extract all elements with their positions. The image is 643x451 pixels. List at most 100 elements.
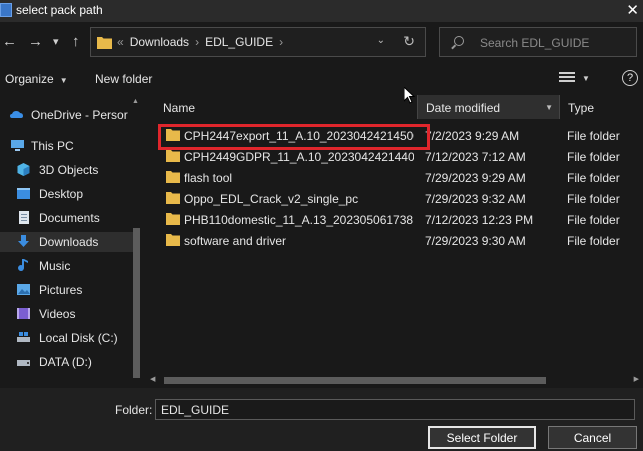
recent-locations-icon[interactable]: ▾ bbox=[53, 33, 59, 51]
file-name: CPH2449GDPR_11_A.10_20230424214401​28 bbox=[184, 150, 414, 164]
music-icon bbox=[18, 259, 28, 272]
sidebar-item-label: Desktop bbox=[39, 187, 84, 201]
file-type: File folder bbox=[567, 213, 620, 227]
sidebar-item-3d-objects[interactable]: 3D Objects bbox=[0, 160, 140, 180]
sidebar-item-label: 3D Objects bbox=[39, 163, 99, 177]
file-date: 7/29/2023 9:32 AM bbox=[425, 192, 526, 206]
chevron-down-icon[interactable]: ▼ bbox=[545, 103, 553, 112]
breadcrumb-separator[interactable]: › bbox=[195, 35, 199, 49]
back-arrow-icon[interactable]: ← bbox=[2, 33, 17, 51]
pictures-icon bbox=[17, 284, 30, 295]
search-box[interactable]: Search EDL_GUIDE bbox=[439, 27, 637, 57]
sidebar-item-local-disk[interactable]: Local Disk (C:) bbox=[0, 328, 140, 348]
folder-icon bbox=[97, 37, 112, 49]
address-dropdown-icon[interactable]: ⌄ bbox=[377, 35, 385, 46]
horizontal-scrollbar[interactable]: ◀ ▶ bbox=[148, 374, 643, 386]
desktop-icon bbox=[17, 188, 30, 199]
forward-arrow-icon[interactable]: → bbox=[28, 33, 43, 51]
chevron-down-icon: ▼ bbox=[59, 76, 68, 85]
file-name: Oppo_EDL_Crack_v2_single_pc bbox=[184, 192, 359, 206]
sidebar-item-data-drive[interactable]: DATA (D:) bbox=[0, 352, 140, 372]
file-name: software and driver bbox=[184, 234, 287, 248]
file-row[interactable]: flash tool 7/29/2023 9:29 AM File folder bbox=[155, 167, 643, 188]
scrollbar-thumb[interactable] bbox=[164, 377, 546, 384]
file-row[interactable]: PHB110domestic_11_A.13_202305061738... 7… bbox=[155, 209, 643, 230]
sidebar-item-videos[interactable]: Videos bbox=[0, 304, 140, 324]
scroll-up-icon[interactable]: ▲ bbox=[132, 98, 139, 105]
select-folder-button[interactable]: Select Folder bbox=[428, 426, 536, 449]
sidebar-item-music[interactable]: Music bbox=[0, 256, 140, 276]
sidebar-item-onedrive[interactable]: OneDrive - Persor bbox=[0, 105, 140, 125]
file-row[interactable]: CPH2449GDPR_11_A.10_20230424214401​28 7/… bbox=[155, 146, 643, 167]
sidebar-item-label: Music bbox=[39, 259, 71, 273]
file-row[interactable]: Oppo_EDL_Crack_v2_single_pc 7/29/2023 9:… bbox=[155, 188, 643, 209]
column-header-label: Type bbox=[568, 101, 595, 115]
scroll-right-icon[interactable]: ▶ bbox=[634, 375, 639, 383]
app-icon bbox=[0, 3, 12, 17]
sidebar-item-label: Pictures bbox=[39, 283, 83, 297]
dialog-footer: Folder: Select Folder Cancel bbox=[0, 388, 643, 451]
chevron-down-icon[interactable]: ▼ bbox=[582, 74, 590, 83]
column-header-date-modified[interactable]: Date modified ▼ bbox=[417, 95, 559, 119]
sidebar-scrollbar[interactable]: ▲ bbox=[132, 98, 141, 386]
new-folder-button[interactable]: New folder bbox=[95, 72, 152, 86]
folder-input[interactable] bbox=[155, 399, 635, 420]
navigation-pane: OneDrive - Persor This PC 3D Objects Des… bbox=[0, 98, 145, 386]
folder-icon bbox=[166, 234, 180, 246]
folder-icon bbox=[166, 171, 180, 183]
scrollbar-thumb[interactable] bbox=[133, 228, 140, 378]
sidebar-item-label: Documents bbox=[39, 211, 100, 225]
data-drive-icon bbox=[17, 360, 30, 366]
title-bar: select pack path ✕ bbox=[0, 0, 643, 22]
file-date: 7/29/2023 9:30 AM bbox=[425, 234, 526, 248]
folder-label: Folder: bbox=[115, 403, 153, 417]
column-headers: Name Date modified ▼ Type bbox=[155, 95, 643, 119]
up-arrow-icon[interactable]: ↑ bbox=[72, 33, 80, 51]
file-type: File folder bbox=[567, 129, 620, 143]
breadcrumb-overflow[interactable]: « bbox=[117, 35, 124, 49]
search-placeholder: Search EDL_GUIDE bbox=[480, 36, 590, 50]
folder-icon bbox=[166, 129, 180, 141]
window-title: select pack path bbox=[16, 3, 103, 17]
help-icon[interactable]: ? bbox=[622, 70, 638, 86]
organize-button[interactable]: Organize ▼ bbox=[5, 72, 68, 86]
breadcrumb-edl-guide[interactable]: EDL_GUIDE bbox=[205, 35, 273, 49]
column-header-type[interactable]: Type bbox=[559, 95, 643, 119]
refresh-icon[interactable]: ↻ bbox=[403, 33, 415, 50]
column-header-label: Date modified bbox=[426, 101, 501, 115]
address-bar[interactable]: « Downloads › EDL_GUIDE › ⌄ ↻ bbox=[90, 27, 426, 57]
folder-icon bbox=[166, 192, 180, 204]
cancel-button[interactable]: Cancel bbox=[548, 426, 637, 449]
view-options-icon[interactable] bbox=[559, 72, 575, 83]
breadcrumb-separator[interactable]: › bbox=[279, 35, 283, 49]
file-date: 7/12/2023 7:12 AM bbox=[425, 150, 526, 164]
videos-icon bbox=[17, 308, 30, 319]
file-row[interactable]: CPH2447export_11_A.10_20230424214500... … bbox=[155, 125, 643, 146]
file-row[interactable]: software and driver 7/29/2023 9:30 AM Fi… bbox=[155, 230, 643, 251]
folder-icon bbox=[166, 150, 180, 162]
file-date: 7/29/2023 9:29 AM bbox=[425, 171, 526, 185]
documents-icon bbox=[19, 211, 29, 224]
sidebar-item-label: Local Disk (C:) bbox=[39, 331, 118, 345]
sidebar-item-desktop[interactable]: Desktop bbox=[0, 184, 140, 204]
onedrive-icon bbox=[10, 111, 23, 118]
command-toolbar: Organize ▼ New folder ▼ ? bbox=[0, 64, 643, 92]
sidebar-item-downloads[interactable]: Downloads bbox=[0, 232, 140, 252]
breadcrumb: « Downloads › EDL_GUIDE › bbox=[117, 35, 289, 49]
sidebar-item-documents[interactable]: Documents bbox=[0, 208, 140, 228]
sidebar-item-label: Downloads bbox=[39, 235, 99, 249]
close-icon[interactable]: ✕ bbox=[626, 1, 639, 19]
mouse-cursor-icon bbox=[404, 87, 416, 104]
file-type: File folder bbox=[567, 192, 620, 206]
column-header-label: Name bbox=[163, 101, 196, 115]
local-disk-icon bbox=[17, 332, 30, 342]
breadcrumb-downloads[interactable]: Downloads bbox=[130, 35, 189, 49]
sidebar-item-pictures[interactable]: Pictures bbox=[0, 280, 140, 300]
sidebar-item-this-pc[interactable]: This PC bbox=[0, 136, 140, 156]
column-header-name[interactable]: Name bbox=[155, 95, 417, 119]
sidebar-item-label: Videos bbox=[39, 307, 76, 321]
scroll-left-icon[interactable]: ◀ bbox=[150, 375, 155, 383]
file-date: 7/2/2023 9:29 AM bbox=[425, 129, 520, 143]
file-name: CPH2447export_11_A.10_20230424214500... bbox=[184, 129, 414, 143]
sidebar-item-label: DATA (D:) bbox=[39, 355, 92, 369]
